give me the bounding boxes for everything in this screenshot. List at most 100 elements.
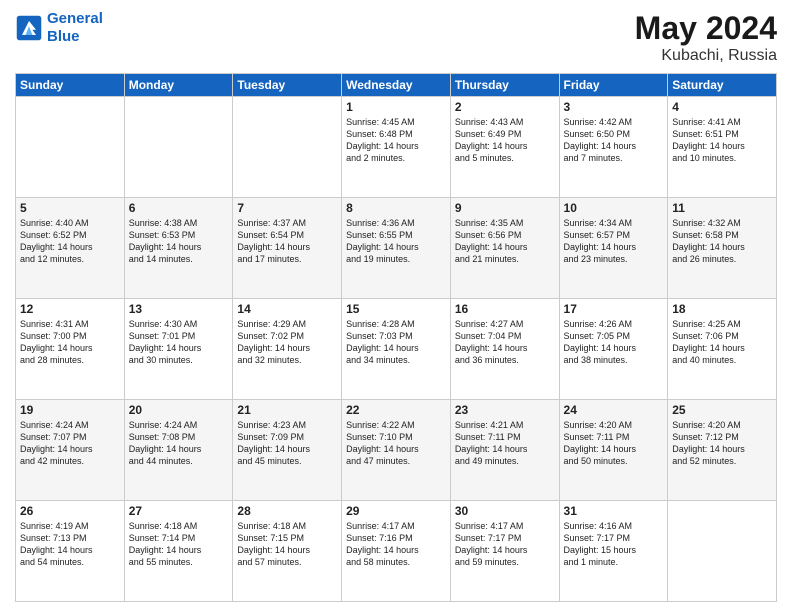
logo-text: General Blue <box>47 10 103 46</box>
day-number: 12 <box>20 302 120 316</box>
day-info: Sunrise: 4:18 AM Sunset: 7:15 PM Dayligh… <box>237 520 337 569</box>
day-info: Sunrise: 4:32 AM Sunset: 6:58 PM Dayligh… <box>672 217 772 266</box>
day-info: Sunrise: 4:24 AM Sunset: 7:08 PM Dayligh… <box>129 419 229 468</box>
header: General Blue May 2024 Kubachi, Russia <box>15 10 777 65</box>
day-info: Sunrise: 4:26 AM Sunset: 7:05 PM Dayligh… <box>564 318 664 367</box>
day-number: 16 <box>455 302 555 316</box>
calendar-cell: 15 Sunrise: 4:28 AM Sunset: 7:03 PM Dayli… <box>342 299 451 400</box>
calendar-row-3: 19Sunrise: 4:24 AM Sunset: 7:07 PM Dayli… <box>16 400 777 501</box>
day-info: Sunrise: 4:27 AM Sunset: 7:04 PM Dayligh… <box>455 318 555 367</box>
calendar-cell: 5 Sunrise: 4:40 AM Sunset: 6:52 PM Daylig… <box>16 198 125 299</box>
day-info: Sunrise: 4:22 AM Sunset: 7:10 PM Dayligh… <box>346 419 446 468</box>
day-info: Sunrise: 4:31 AM Sunset: 7:00 PM Dayligh… <box>20 318 120 367</box>
day-number: 14 <box>237 302 337 316</box>
calendar-row-2: 12 Sunrise: 4:31 AM Sunset: 7:00 PM Dayli… <box>16 299 777 400</box>
day-number: 23 <box>455 403 555 417</box>
calendar-cell: 2Sunrise: 4:43 AM Sunset: 6:49 PM Daylig… <box>450 97 559 198</box>
day-number: 30 <box>455 504 555 518</box>
day-number: 10 <box>564 201 664 215</box>
day-number: 5 <box>20 201 120 215</box>
day-number: 13 <box>129 302 229 316</box>
calendar-cell: 31 Sunrise: 4:16 AM Sunset: 7:17 PM Dayli… <box>559 501 668 602</box>
day-info: Sunrise: 4:36 AM Sunset: 6:55 PM Dayligh… <box>346 217 446 266</box>
day-info: Sunrise: 4:34 AM Sunset: 6:57 PM Dayligh… <box>564 217 664 266</box>
day-number: 6 <box>129 201 229 215</box>
title-block: May 2024 Kubachi, Russia <box>635 10 777 65</box>
weekday-header-monday: Monday <box>124 74 233 97</box>
calendar-cell: 4Sunrise: 4:41 AM Sunset: 6:51 PM Daylig… <box>668 97 777 198</box>
calendar-cell: 14Sunrise: 4:29 AM Sunset: 7:02 PM Dayli… <box>233 299 342 400</box>
day-number: 31 <box>564 504 664 518</box>
day-info: Sunrise: 4:23 AM Sunset: 7:09 PM Dayligh… <box>237 419 337 468</box>
day-info: Sunrise: 4:37 AM Sunset: 6:54 PM Dayligh… <box>237 217 337 266</box>
day-number: 28 <box>237 504 337 518</box>
day-number: 20 <box>129 403 229 417</box>
calendar-cell: 1Sunrise: 4:45 AM Sunset: 6:48 PM Daylig… <box>342 97 451 198</box>
day-number: 18 <box>672 302 772 316</box>
day-info: Sunrise: 4:16 AM Sunset: 7:17 PM Dayligh… <box>564 520 664 569</box>
day-number: 24 <box>564 403 664 417</box>
weekday-header-wednesday: Wednesday <box>342 74 451 97</box>
calendar-row-4: 26 Sunrise: 4:19 AM Sunset: 7:13 PM Dayli… <box>16 501 777 602</box>
calendar-cell: 20 Sunrise: 4:24 AM Sunset: 7:08 PM Dayli… <box>124 400 233 501</box>
calendar-cell: 17 Sunrise: 4:26 AM Sunset: 7:05 PM Dayli… <box>559 299 668 400</box>
day-number: 3 <box>564 100 664 114</box>
day-number: 15 <box>346 302 446 316</box>
calendar-cell: 6 Sunrise: 4:38 AM Sunset: 6:53 PM Daylig… <box>124 198 233 299</box>
day-number: 19 <box>20 403 120 417</box>
day-info: Sunrise: 4:19 AM Sunset: 7:13 PM Dayligh… <box>20 520 120 569</box>
month-title: May 2024 <box>635 10 777 47</box>
day-info: Sunrise: 4:30 AM Sunset: 7:01 PM Dayligh… <box>129 318 229 367</box>
calendar-table: SundayMondayTuesdayWednesdayThursdayFrid… <box>15 73 777 602</box>
day-info: Sunrise: 4:38 AM Sunset: 6:53 PM Dayligh… <box>129 217 229 266</box>
day-info: Sunrise: 4:40 AM Sunset: 6:52 PM Dayligh… <box>20 217 120 266</box>
logo-icon <box>15 14 43 42</box>
calendar-row-0: 1Sunrise: 4:45 AM Sunset: 6:48 PM Daylig… <box>16 97 777 198</box>
calendar-cell: 21 Sunrise: 4:23 AM Sunset: 7:09 PM Dayli… <box>233 400 342 501</box>
calendar-cell <box>668 501 777 602</box>
calendar-cell: 25Sunrise: 4:20 AM Sunset: 7:12 PM Dayli… <box>668 400 777 501</box>
calendar-cell: 18 Sunrise: 4:25 AM Sunset: 7:06 PM Dayli… <box>668 299 777 400</box>
day-number: 26 <box>20 504 120 518</box>
calendar-cell: 16 Sunrise: 4:27 AM Sunset: 7:04 PM Dayli… <box>450 299 559 400</box>
day-number: 9 <box>455 201 555 215</box>
day-info: Sunrise: 4:21 AM Sunset: 7:11 PM Dayligh… <box>455 419 555 468</box>
calendar-cell: 24 Sunrise: 4:20 AM Sunset: 7:11 PM Dayli… <box>559 400 668 501</box>
location: Kubachi, Russia <box>635 47 777 65</box>
weekday-header-row: SundayMondayTuesdayWednesdayThursdayFrid… <box>16 74 777 97</box>
day-info: Sunrise: 4:17 AM Sunset: 7:17 PM Dayligh… <box>455 520 555 569</box>
day-info: Sunrise: 4:20 AM Sunset: 7:11 PM Dayligh… <box>564 419 664 468</box>
weekday-header-thursday: Thursday <box>450 74 559 97</box>
calendar-cell: 30 Sunrise: 4:17 AM Sunset: 7:17 PM Dayli… <box>450 501 559 602</box>
day-info: Sunrise: 4:17 AM Sunset: 7:16 PM Dayligh… <box>346 520 446 569</box>
weekday-header-tuesday: Tuesday <box>233 74 342 97</box>
calendar-cell: 28 Sunrise: 4:18 AM Sunset: 7:15 PM Dayli… <box>233 501 342 602</box>
day-number: 1 <box>346 100 446 114</box>
day-number: 29 <box>346 504 446 518</box>
calendar-cell: 10 Sunrise: 4:34 AM Sunset: 6:57 PM Dayli… <box>559 198 668 299</box>
calendar-cell: 7 Sunrise: 4:37 AM Sunset: 6:54 PM Daylig… <box>233 198 342 299</box>
weekday-header-sunday: Sunday <box>16 74 125 97</box>
calendar-cell: 12 Sunrise: 4:31 AM Sunset: 7:00 PM Dayli… <box>16 299 125 400</box>
day-number: 22 <box>346 403 446 417</box>
day-info: Sunrise: 4:18 AM Sunset: 7:14 PM Dayligh… <box>129 520 229 569</box>
calendar-cell: 3Sunrise: 4:42 AM Sunset: 6:50 PM Daylig… <box>559 97 668 198</box>
day-info: Sunrise: 4:25 AM Sunset: 7:06 PM Dayligh… <box>672 318 772 367</box>
day-number: 7 <box>237 201 337 215</box>
day-info: Sunrise: 4:28 AM Sunset: 7:03 PM Dayligh… <box>346 318 446 367</box>
calendar-cell: 27 Sunrise: 4:18 AM Sunset: 7:14 PM Dayli… <box>124 501 233 602</box>
logo: General Blue <box>15 10 103 46</box>
day-number: 21 <box>237 403 337 417</box>
page: General Blue May 2024 Kubachi, Russia Su… <box>0 0 792 612</box>
calendar-cell: 29 Sunrise: 4:17 AM Sunset: 7:16 PM Dayli… <box>342 501 451 602</box>
calendar-cell: 13 Sunrise: 4:30 AM Sunset: 7:01 PM Dayli… <box>124 299 233 400</box>
weekday-header-friday: Friday <box>559 74 668 97</box>
calendar-row-1: 5 Sunrise: 4:40 AM Sunset: 6:52 PM Daylig… <box>16 198 777 299</box>
day-number: 8 <box>346 201 446 215</box>
calendar-cell <box>124 97 233 198</box>
day-number: 4 <box>672 100 772 114</box>
calendar-cell: 11Sunrise: 4:32 AM Sunset: 6:58 PM Dayli… <box>668 198 777 299</box>
calendar-cell <box>233 97 342 198</box>
day-number: 17 <box>564 302 664 316</box>
day-number: 27 <box>129 504 229 518</box>
